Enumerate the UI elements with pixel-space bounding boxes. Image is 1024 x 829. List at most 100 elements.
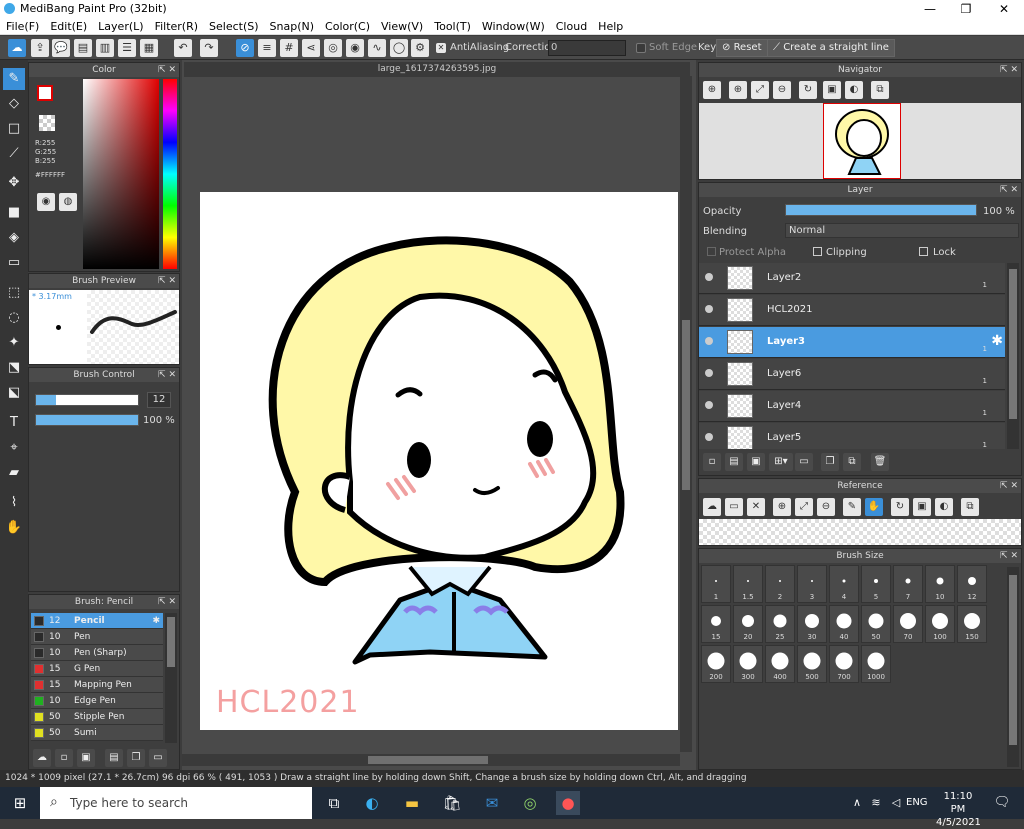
app-taskbar-icon[interactable]: ◎ [518, 791, 542, 815]
layer-row[interactable]: Layer3 1 ✱ [699, 327, 1005, 358]
brush-new-icon[interactable]: ▫ [55, 749, 73, 767]
actual-size-icon[interactable]: ▣ [823, 81, 841, 99]
merge-layer-icon[interactable]: ⧉ [843, 453, 861, 471]
transparent-swatch[interactable] [39, 115, 55, 131]
brush-size-option[interactable]: 500 [797, 645, 827, 683]
brush-size-option[interactable]: 5 [861, 565, 891, 603]
visibility-icon[interactable] [705, 305, 713, 313]
brush-size-option[interactable]: 40 [829, 605, 859, 643]
snap-ellipse-icon[interactable]: ◯ [390, 39, 408, 57]
menu-item-6[interactable]: Color(C) [325, 20, 370, 33]
layer-folder-icon[interactable]: ▭ [795, 453, 813, 471]
close-icon[interactable]: ⇱ ✕ [158, 274, 176, 288]
brush-list-item[interactable]: 10 Pen [31, 629, 163, 645]
operation-tool-icon[interactable]: ⌖ [3, 437, 25, 459]
close-icon[interactable]: ⇱ ✕ [1000, 549, 1018, 563]
brush-size-option[interactable]: 10 [925, 565, 955, 603]
layer-list-scrollbar[interactable] [1007, 263, 1019, 449]
undo-icon[interactable]: ↶ [174, 39, 192, 57]
close-icon[interactable]: ⇱ ✕ [1000, 63, 1018, 77]
navigator-preview[interactable] [699, 103, 1021, 179]
divide-tool-icon[interactable]: ▰ [3, 462, 25, 484]
comment-icon[interactable]: ▤ [74, 39, 92, 57]
visibility-icon[interactable] [705, 273, 713, 281]
blending-select[interactable]: Normal [785, 223, 1019, 238]
brush-opacity-slider[interactable] [35, 414, 139, 426]
mirror-icon[interactable]: ⧉ [871, 81, 889, 99]
brush-size-scrollbar[interactable] [1007, 567, 1019, 767]
close-icon[interactable]: ⇱ ✕ [1000, 183, 1018, 197]
eraser-tool-icon[interactable]: ◇ [3, 93, 25, 115]
visibility-icon[interactable] [705, 369, 713, 377]
minimize-icon[interactable]: — [912, 0, 948, 18]
document-tab[interactable]: large_1617374263595.jpg [184, 62, 690, 77]
brush-list-item[interactable]: 50 Sumi [31, 725, 163, 741]
task-view-icon[interactable]: ⧉ [322, 791, 346, 815]
brush-cloud-icon[interactable]: ☁ [33, 749, 51, 767]
brush-size-option[interactable]: 100 [925, 605, 955, 643]
canvas-vscroll[interactable] [680, 76, 692, 752]
flip-icon[interactable]: ◐ [845, 81, 863, 99]
brush-size-option[interactable]: 7 [893, 565, 923, 603]
select-eraser-tool-icon[interactable]: ⬕ [3, 382, 25, 404]
text-tool-icon[interactable]: T [3, 412, 25, 434]
magic-wand-tool-icon[interactable]: ✦ [3, 332, 25, 354]
fill-rect-tool-icon[interactable]: ■ [3, 202, 25, 224]
notifications-icon[interactable]: 🗨 [990, 791, 1014, 815]
reference-zoom-in-icon[interactable]: ⊕ [773, 498, 791, 516]
new-layer-icon[interactable]: ▫ [703, 453, 721, 471]
new-halftone-layer-icon[interactable]: ▤ [725, 453, 743, 471]
document-icon[interactable]: ▥ [96, 39, 114, 57]
hand-tool-icon[interactable]: ✋ [3, 517, 25, 539]
palette-icon[interactable]: ◉ [37, 193, 55, 211]
eyedropper-tool-icon[interactable]: ⌇ [3, 492, 25, 514]
snap-radial-icon[interactable]: ⋖ [302, 39, 320, 57]
rotate-icon[interactable]: ↻ [799, 81, 817, 99]
brush-size-option[interactable]: 1 [701, 565, 731, 603]
reference-open-icon[interactable]: ▭ [725, 498, 743, 516]
reference-zoom-out-icon[interactable]: ⊖ [817, 498, 835, 516]
brush-list-item[interactable]: 50 Stipple Pen [31, 709, 163, 725]
close-icon[interactable]: ⇱ ✕ [158, 63, 176, 77]
layer-opacity-slider[interactable] [785, 204, 977, 216]
new-8bit-layer-icon[interactable]: ▣ [747, 453, 765, 471]
zoom-out-icon[interactable]: ⊖ [773, 81, 791, 99]
visibility-icon[interactable] [705, 337, 713, 345]
snap-cross-icon[interactable]: # [280, 39, 298, 57]
medibang-taskbar-icon[interactable]: ● [556, 791, 580, 815]
brush-list-item[interactable]: 15 G Pen [31, 661, 163, 677]
reference-canvas[interactable] [699, 519, 1021, 545]
menu-item-11[interactable]: Help [598, 20, 623, 33]
saturation-value-picker[interactable] [83, 79, 159, 269]
grid-icon[interactable]: ▦ [140, 39, 158, 57]
select-pen-tool-icon[interactable]: ⬔ [3, 357, 25, 379]
menu-item-3[interactable]: Filter(R) [155, 20, 198, 33]
line-tool-icon[interactable]: ⟋ [3, 143, 25, 165]
menu-item-9[interactable]: Window(W) [482, 20, 545, 33]
brush-list-scrollbar[interactable] [165, 613, 177, 743]
brush-folder-icon[interactable]: ▭ [149, 749, 167, 767]
soft-edge-checkbox[interactable] [636, 43, 646, 53]
gear-icon[interactable]: ✱ [152, 613, 160, 629]
windows-start-icon[interactable]: ⊞ [8, 791, 32, 815]
brush-size-option[interactable]: 300 [733, 645, 763, 683]
chat-icon[interactable]: 💬 [52, 39, 70, 57]
brush-size-option[interactable]: 200 [701, 645, 731, 683]
correction-select[interactable]: 0 [548, 40, 626, 56]
menu-item-2[interactable]: Layer(L) [98, 20, 143, 33]
select-rect-tool-icon[interactable]: ⬚ [3, 282, 25, 304]
brush-size-option[interactable]: 15 [701, 605, 731, 643]
layer-row[interactable]: HCL2021 [699, 295, 1005, 326]
clipping-checkbox[interactable] [813, 247, 822, 256]
brush-size-option[interactable]: 50 [861, 605, 891, 643]
zoom-fit-in-icon[interactable]: ⊕ [729, 81, 747, 99]
brush-tool-icon[interactable]: ✎ [3, 68, 25, 90]
reference-rotate-icon[interactable]: ↻ [891, 498, 909, 516]
edge-browser-icon[interactable]: ◐ [360, 791, 384, 815]
gradient-tool-icon[interactable]: ▭ [3, 252, 25, 274]
brush-size-option[interactable]: 150 [957, 605, 987, 643]
brush-size-option[interactable]: 700 [829, 645, 859, 683]
brush-list-item[interactable]: 12 Pencil ✱ [31, 613, 163, 629]
straight-line-button[interactable]: ⟋ Create a straight line [767, 39, 895, 57]
redo-icon[interactable]: ↷ [200, 39, 218, 57]
